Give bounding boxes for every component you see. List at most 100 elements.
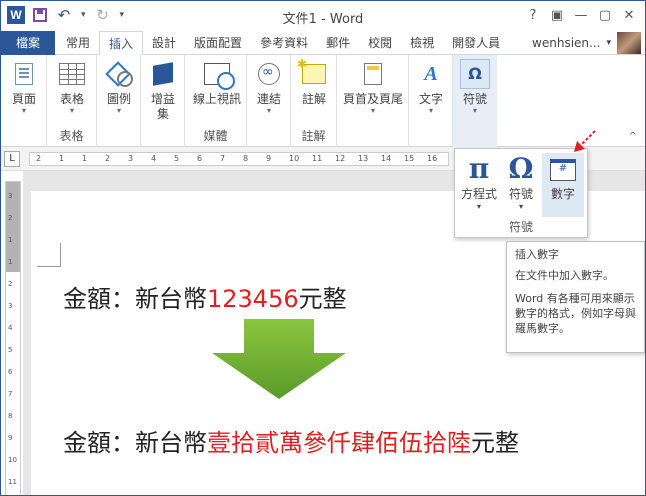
amount-line-numeric[interactable]: 金額：新台幣123456元整	[63, 279, 347, 314]
addins-label-2: 集	[156, 107, 169, 121]
symbols-dropdown-panel: π 方程式 ▾ Ω 符號 ▾ # 數字 符號	[454, 148, 588, 238]
title-bar: W ↶ ▾ ↻ ▾ 文件1 - Word ? ▣ — ▢ ✕	[1, 1, 645, 31]
omega-icon: Ω	[460, 59, 490, 89]
ruler-mark: 7	[8, 390, 13, 398]
text-box-icon: A	[424, 62, 438, 85]
group-illustrations: 圖例 ▾	[97, 55, 141, 147]
group-label-media: 媒體	[203, 129, 228, 143]
ruler-mark: 5	[174, 154, 180, 163]
number-label: 數字	[550, 187, 575, 201]
pages-button[interactable]: 頁面 ▾	[7, 59, 41, 115]
ruler-mark: 11	[312, 154, 323, 163]
tab-selector[interactable]: L	[4, 151, 20, 167]
ruler-mark: 14	[381, 154, 392, 163]
symbols-button[interactable]: Ω 符號 ▾	[457, 59, 493, 115]
header-footer-button[interactable]: 頁首及頁尾 ▾	[341, 59, 405, 115]
tab-item[interactable]: 常用	[57, 31, 99, 55]
addins-label: 增益	[150, 92, 175, 106]
ruler-mark: 2	[105, 154, 111, 163]
help-button[interactable]: ?	[521, 5, 545, 27]
word-window: W ↶ ▾ ↻ ▾ 文件1 - Word ? ▣ — ▢ ✕ 檔案 常用 插入 設計…	[0, 0, 646, 496]
tab-item[interactable]: 郵件	[317, 31, 359, 55]
text-button[interactable]: A 文字 ▾	[413, 59, 449, 115]
margin-corner-mark	[37, 243, 61, 267]
links-button[interactable]: 連結 ▾	[251, 59, 287, 115]
equation-button[interactable]: π 方程式 ▾	[458, 153, 500, 212]
tab-item[interactable]: 設計	[143, 31, 185, 55]
ruler-mark: 9	[8, 434, 13, 442]
ruler-mark: 2	[8, 214, 13, 222]
group-media: 線上視訊 媒體	[185, 55, 247, 147]
minimize-button[interactable]: —	[569, 5, 593, 27]
equation-label: 方程式	[460, 187, 497, 201]
collapse-ribbon-icon[interactable]: ^	[629, 131, 637, 142]
ruler-mark: 9	[266, 154, 272, 163]
tab-item[interactable]: 校閱	[359, 31, 401, 55]
group-label-comments: 註解	[301, 129, 326, 143]
tooltip-title: 插入數字	[515, 248, 559, 261]
symbols-label: 符號	[462, 92, 487, 106]
comment-icon	[297, 57, 326, 84]
tab-item[interactable]: 開發人員	[443, 31, 509, 55]
ribbon-insert: 頁面 ▾ 表格 ▾ 表格 圖例 ▾ 增益 集 線上視訊 媒體 ∞ 連結 ▾ ✱ …	[1, 55, 645, 147]
symbol-button[interactable]: Ω 符號 ▾	[500, 152, 542, 212]
comment-label: 註解	[301, 92, 326, 106]
tab-item[interactable]: 檢視	[401, 31, 443, 55]
links-label: 連結	[256, 92, 281, 106]
group-addins: 增益 集	[141, 55, 185, 147]
tooltip-line-2: Word 有各種可用來顯示數字的格式，例如字母與羅馬數字。	[515, 292, 636, 335]
tooltip-insert-number: 插入數字 在文件中加入數字。 Word 有各種可用來顯示數字的格式，例如字母與羅…	[506, 241, 645, 353]
online-video-label: 線上視訊	[192, 92, 241, 106]
number-button[interactable]: # 數字	[542, 153, 584, 217]
text-label: 文字	[418, 92, 443, 106]
restore-button[interactable]: ▢	[593, 5, 617, 27]
chevron-down-icon: ▾	[472, 106, 477, 115]
ruler-mark: 1	[82, 154, 88, 163]
comment-button[interactable]: 註解	[295, 57, 333, 107]
tab-file[interactable]: 檔案	[1, 31, 55, 55]
chevron-down-icon: ▾	[21, 106, 26, 115]
ribbon-display-options-button[interactable]: ▣	[545, 5, 569, 27]
ruler-mark: 11	[8, 478, 17, 486]
tab-item[interactable]: 版面配置	[185, 31, 251, 55]
addins-button[interactable]: 增益 集	[145, 59, 181, 122]
ruler-mark: 10	[289, 154, 300, 163]
user-account[interactable]: wenhsien... ▾	[532, 32, 641, 54]
omega-icon: Ω	[508, 152, 534, 185]
ribbon-tabs: 常用 插入 設計 版面配置 參考資料 郵件 校閱 檢視 開發人員	[57, 31, 509, 56]
horizontal-ruler[interactable]: 2 1 1 2 3 4 5 6 7 8 9 10 11 12 13 14 15 16	[29, 152, 449, 166]
tab-item[interactable]: 插入	[99, 31, 144, 56]
vertical-ruler[interactable]: 3 2 1 1 2 3 4 5 6 7 8 9 10 11	[5, 181, 21, 495]
ruler-mark: 3	[8, 302, 13, 310]
page-icon	[15, 63, 33, 85]
table-button[interactable]: 表格 ▾	[53, 59, 91, 115]
ribbon-tab-row: 檔案 常用 插入 設計 版面配置 參考資料 郵件 校閱 檢視 開發人員 wenhsien... …	[1, 31, 645, 56]
group-label-symbols: 符號	[508, 220, 533, 234]
avatar[interactable]	[617, 32, 641, 54]
chevron-down-icon: ▾	[428, 106, 433, 115]
ruler-mark: 3	[8, 192, 13, 200]
table-label: 表格	[59, 92, 84, 106]
ruler-mark: 10	[8, 456, 17, 464]
chevron-down-icon: ▾	[518, 202, 523, 211]
shapes-icon	[107, 63, 133, 87]
amount-suffix-2: 元整	[471, 429, 519, 457]
tab-item[interactable]: 參考資料	[251, 31, 317, 55]
table-icon	[59, 63, 85, 85]
addin-store-icon	[153, 62, 173, 86]
pages-label: 頁面	[11, 92, 36, 106]
illustrations-button[interactable]: 圖例 ▾	[101, 59, 137, 115]
online-video-button[interactable]: 線上視訊	[189, 59, 245, 107]
group-links: 連結 ▾	[247, 55, 291, 147]
ruler-mark: 8	[243, 154, 249, 163]
ruler-mark: 1	[8, 258, 13, 266]
ruler-mark: 2	[8, 280, 13, 288]
chevron-down-icon[interactable]: ▾	[606, 38, 611, 48]
ruler-mark: 6	[8, 368, 13, 376]
ruler-mark: 12	[335, 154, 346, 163]
illustrations-label: 圖例	[106, 92, 131, 106]
amount-line-chinese[interactable]: 金額：新台幣壹拾貳萬參仟肆佰伍拾陸元整	[63, 423, 519, 458]
close-button[interactable]: ✕	[617, 5, 641, 27]
user-name[interactable]: wenhsien...	[532, 36, 600, 50]
symbol-label: 符號	[508, 187, 533, 201]
